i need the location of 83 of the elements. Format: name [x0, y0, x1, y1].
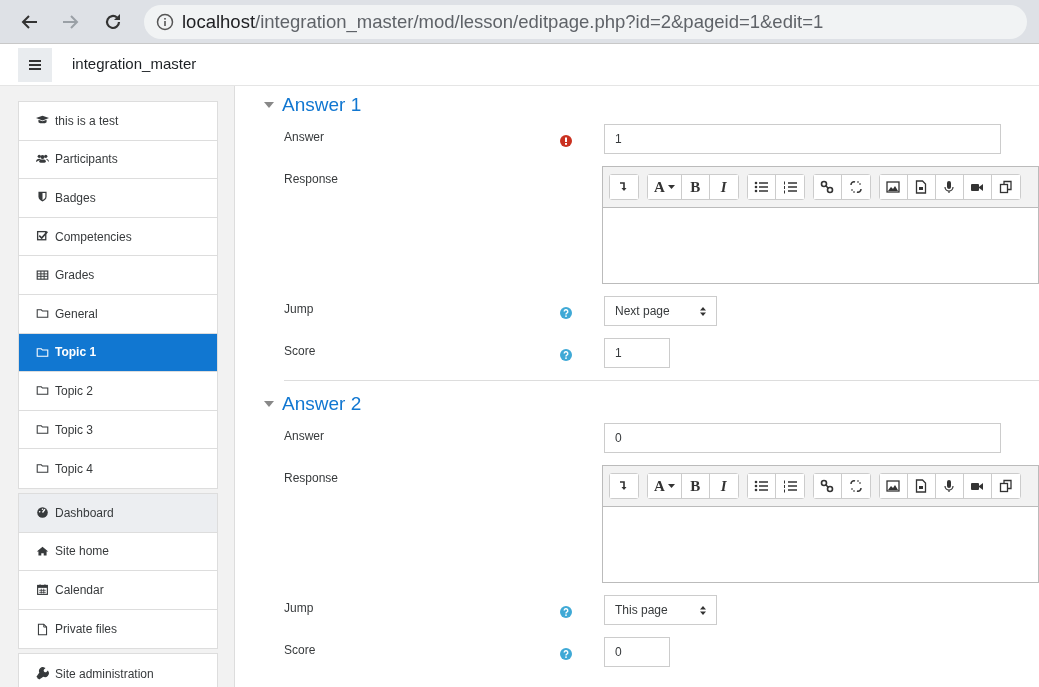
gauge-icon — [36, 506, 49, 520]
calendar-icon — [36, 583, 49, 597]
toolbar-button[interactable] — [813, 474, 842, 498]
caret-icon[interactable] — [264, 401, 274, 407]
toolbar-button[interactable] — [747, 474, 776, 498]
sidebar-item[interactable]: Badges — [19, 179, 217, 218]
sidebar-item[interactable]: Site home — [19, 532, 217, 572]
sidebar-item[interactable]: Grades — [19, 256, 217, 295]
toolbar-button[interactable] — [609, 175, 638, 199]
section-heading[interactable]: Answer 2 — [282, 389, 362, 419]
field-label: Score — [284, 343, 317, 360]
sidebar-item[interactable]: Participants — [19, 140, 217, 180]
toolbar-button[interactable] — [879, 175, 908, 199]
toolbar-button[interactable]: A — [647, 474, 682, 498]
number-input-field[interactable]: 1 — [604, 338, 670, 368]
caret-icon — [667, 185, 675, 189]
field-label: Score — [284, 642, 317, 659]
image-icon — [886, 479, 901, 493]
forward-arrow-icon — [62, 13, 80, 30]
select-dropdown[interactable]: Next page — [604, 296, 717, 326]
folder-icon — [36, 462, 49, 476]
number-input-field[interactable]: 0 — [604, 637, 670, 667]
folder-icon — [36, 384, 49, 398]
field-label: Response — [284, 171, 340, 188]
sidebar-item[interactable]: this is a test — [19, 102, 217, 141]
numbered-list-icon — [782, 180, 797, 194]
info-icon — [156, 12, 174, 31]
toolbar-button[interactable] — [609, 474, 638, 498]
sidebar-item[interactable]: Topic 4 — [19, 449, 217, 488]
bullet-list-icon — [754, 180, 769, 194]
copy-icon — [998, 479, 1013, 493]
text-input-field[interactable]: 1 — [604, 124, 1001, 154]
address-bar[interactable]: localhost/integration_master/mod/lesson/editpage.php?id=2&pageid=1&edit=1 — [144, 4, 1027, 39]
text-input-field[interactable]: 0 — [604, 423, 1001, 453]
toolbar-button[interactable] — [879, 474, 908, 498]
sidebar-item[interactable]: General — [19, 294, 217, 334]
menu-button[interactable] — [18, 47, 52, 82]
numbered-list-icon — [782, 479, 797, 493]
sort-caret-icon — [700, 306, 706, 316]
wrench-icon — [36, 667, 49, 681]
field-label: Answer — [284, 428, 325, 445]
media-file-icon — [914, 479, 929, 493]
field-label: Answer — [284, 129, 325, 146]
sidebar-item[interactable]: Private files — [19, 609, 217, 649]
link-icon — [820, 180, 835, 194]
media-file-icon — [914, 180, 929, 194]
users-icon — [36, 152, 49, 166]
folder-icon — [36, 345, 49, 359]
caret-icon[interactable] — [264, 102, 274, 108]
sidebar-item[interactable]: Topic 3 — [19, 410, 217, 450]
menu-icon — [29, 59, 41, 70]
sidebar-item[interactable]: Dashboard — [19, 493, 217, 533]
select-dropdown[interactable]: This page — [604, 595, 717, 625]
toolbar-button[interactable] — [813, 175, 842, 199]
sidebar-item[interactable]: Site administration — [19, 654, 217, 687]
toolbar-button[interactable]: A — [647, 175, 682, 199]
copy-icon — [998, 180, 1013, 194]
field-label: Response — [284, 470, 340, 487]
link-icon — [820, 479, 835, 493]
shield-icon — [36, 191, 49, 205]
house-icon — [36, 544, 49, 558]
bullet-list-icon — [754, 479, 769, 493]
image-icon — [886, 180, 901, 194]
url-text: localhost/integration_master/mod/lesson/editpage.php?id=2&pageid=1&edit=1 — [182, 9, 824, 35]
back-arrow-icon — [20, 13, 38, 30]
table-icon — [36, 268, 49, 282]
field-label: Jump — [284, 301, 315, 318]
toolbar-button[interactable] — [747, 175, 776, 199]
field-label: Jump — [284, 600, 315, 617]
microphone-icon — [942, 180, 957, 194]
file-icon — [36, 622, 49, 636]
microphone-icon — [942, 479, 957, 493]
sidebar-item[interactable]: Topic 2 — [19, 372, 217, 411]
reload-icon — [104, 12, 122, 31]
site-title[interactable]: integration_master — [72, 53, 197, 76]
folder-icon — [36, 307, 49, 321]
sidebar-item[interactable]: Topic 1 — [19, 333, 217, 373]
sidebar-item[interactable]: Calendar — [19, 571, 217, 610]
caret-icon — [667, 484, 675, 488]
section-heading[interactable]: Answer 1 — [282, 90, 362, 120]
folder-icon — [36, 423, 49, 437]
sort-caret-icon — [700, 605, 706, 615]
sidebar-item[interactable]: Competencies — [19, 217, 217, 257]
